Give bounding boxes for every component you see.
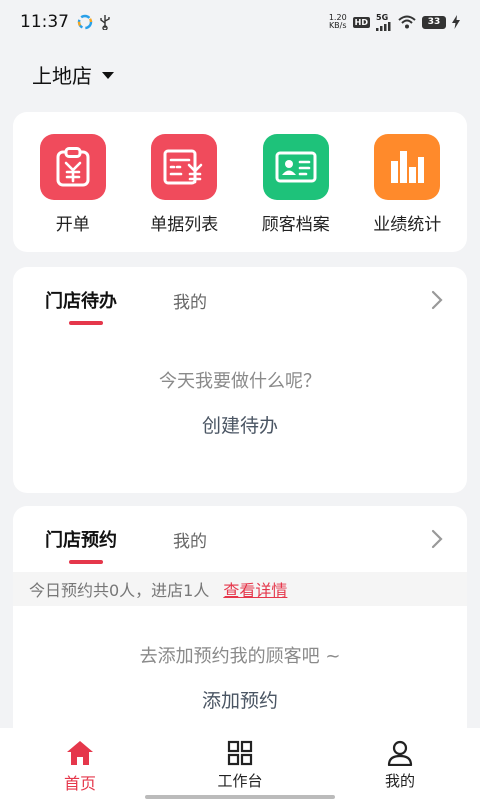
- store-appointment-card: 门店预约 我的 今日预约共0人，进店1人 查看详情 去添加预约我的顾客吧 ~ 添…: [13, 506, 467, 736]
- tab-my-todo[interactable]: 我的: [173, 288, 207, 313]
- bottom-nav: 首页 工作台 我的: [0, 728, 480, 800]
- usb-icon: [100, 15, 110, 30]
- tab-store-todo[interactable]: 门店待办: [45, 287, 117, 313]
- charging-icon: [452, 15, 460, 29]
- app-notification-icon: [77, 14, 93, 30]
- view-details-link[interactable]: 查看详情: [223, 577, 287, 601]
- quick-actions-card: 开单 单据列表 顾客档案 业绩统计: [13, 112, 467, 252]
- tab-my-appointment[interactable]: 我的: [173, 527, 207, 552]
- nav-mine[interactable]: 我的: [320, 728, 480, 800]
- create-todo-button[interactable]: 创建待办: [13, 411, 467, 438]
- todo-empty-hint: 今天我要做什么呢？: [159, 371, 321, 392]
- signal-icon: [376, 22, 391, 31]
- status-time: 11:37: [20, 12, 69, 32]
- appointment-tabs: 门店预约 我的: [13, 506, 467, 570]
- wifi-icon: [398, 15, 416, 29]
- quick-action-receipt-list[interactable]: 单据列表: [132, 134, 236, 252]
- network-type: 5G: [376, 13, 389, 22]
- appointment-summary-bar: 今日预约共0人，进店1人 查看详情: [13, 572, 467, 606]
- active-tab-indicator: [69, 560, 103, 564]
- status-bar: 11:37 1.20 KB/s HD 5G 33: [0, 0, 480, 44]
- quick-action-label: 业绩统计: [373, 215, 442, 235]
- home-indicator[interactable]: [145, 795, 335, 799]
- chevron-right-icon[interactable]: [431, 290, 443, 310]
- quick-action-performance-stats[interactable]: 业绩统计: [355, 134, 459, 252]
- caret-down-icon: [102, 72, 114, 79]
- store-todo-card: 门店待办 我的 今天我要做什么呢？ 创建待办: [13, 267, 467, 493]
- quick-action-icon-bg: [374, 134, 441, 200]
- nav-workbench[interactable]: 工作台: [160, 728, 320, 800]
- status-right-icons: 1.20 KB/s HD 5G 33: [329, 13, 460, 31]
- nav-workbench-label: 工作台: [217, 772, 263, 790]
- nav-home-label: 首页: [63, 774, 96, 793]
- clipboard-yen-icon: [56, 147, 90, 187]
- active-tab-indicator: [69, 321, 103, 325]
- nav-home[interactable]: 首页: [0, 728, 160, 800]
- todo-tabs: 门店待办 我的: [13, 267, 467, 331]
- nav-mine-label: 我的: [384, 772, 415, 790]
- hd-badge: HD: [352, 16, 370, 28]
- quick-action-icon-bg: [151, 134, 218, 200]
- quick-action-icon-bg: [39, 134, 106, 200]
- tab-store-appointment[interactable]: 门店预约: [45, 526, 117, 552]
- appointment-empty-hint: 去添加预约我的顾客吧 ~: [139, 646, 341, 667]
- user-icon: [387, 740, 413, 766]
- signal-indicator: 5G: [376, 13, 392, 31]
- quick-action-icon-bg: [262, 134, 329, 200]
- receipt-list-icon: [163, 149, 203, 185]
- appointment-summary: 今日预约共0人，进店1人: [29, 581, 210, 600]
- grid-icon: [227, 740, 253, 766]
- id-card-icon: [275, 151, 317, 183]
- battery-indicator: 33: [422, 15, 446, 29]
- store-name: 上地店: [32, 64, 92, 88]
- chevron-right-icon[interactable]: [431, 529, 443, 549]
- quick-action-label: 开单: [55, 215, 90, 235]
- add-appointment-button[interactable]: 添加预约: [13, 686, 467, 713]
- quick-action-label: 顾客档案: [261, 215, 330, 235]
- status-left-icons: [77, 14, 111, 30]
- quick-action-create-order[interactable]: 开单: [21, 134, 125, 252]
- store-selector[interactable]: 上地店: [32, 60, 114, 89]
- bar-chart-icon: [391, 151, 425, 183]
- home-icon: [67, 741, 93, 765]
- quick-action-customer-profiles[interactable]: 顾客档案: [244, 134, 348, 252]
- quick-action-label: 单据列表: [150, 215, 219, 235]
- net-speed: 1.20 KB/s: [329, 14, 347, 30]
- net-speed-unit: KB/s: [328, 21, 347, 30]
